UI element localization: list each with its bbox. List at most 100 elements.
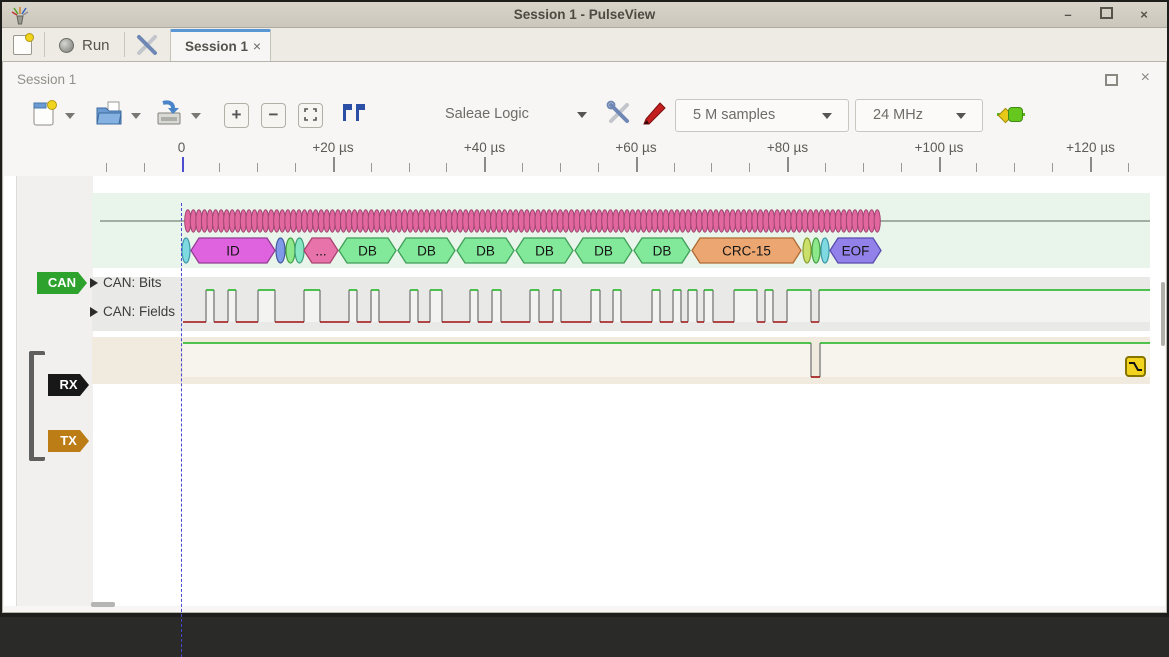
ruler-label: +20 µs	[312, 140, 353, 155]
ruler-tick	[560, 163, 561, 172]
vertical-scrollbar[interactable]	[1161, 282, 1165, 346]
tab-close-icon[interactable]: ×	[253, 38, 261, 54]
ruler-label: +40 µs	[464, 140, 505, 155]
device-select[interactable]: Saleae Logic	[428, 99, 603, 130]
run-icon[interactable]	[59, 38, 74, 53]
svg-text:ID: ID	[226, 244, 240, 259]
subwindow-maximize-icon[interactable]	[1105, 74, 1118, 86]
ruler-tick	[295, 163, 296, 172]
ruler-label: +60 µs	[615, 140, 656, 155]
zoom-out-button[interactable]: −	[261, 103, 286, 128]
ruler-tick	[333, 157, 335, 172]
window-frame: Session 1 - PulseView – × Run Session 1 …	[0, 0, 1169, 617]
probe-icon[interactable]	[642, 101, 667, 126]
time-cursor[interactable]	[181, 203, 182, 657]
svg-text:DB: DB	[417, 244, 436, 259]
settings-tools-icon[interactable]	[134, 33, 160, 57]
horizontal-scrollbar[interactable]	[91, 602, 115, 607]
ruler-tick	[1014, 163, 1015, 172]
separator	[44, 32, 45, 57]
ruler-tick	[901, 163, 902, 172]
device-name: Saleae Logic	[445, 106, 529, 122]
expander-can-fields[interactable]	[90, 307, 98, 317]
tab-session-1[interactable]: Session 1 ×	[170, 29, 271, 64]
subwindow-title: Session 1	[17, 72, 76, 87]
ruler-tick	[598, 163, 599, 172]
ruler-tick	[257, 163, 258, 172]
ruler-tick	[939, 157, 941, 172]
sample-count-select[interactable]: 5 M samples	[675, 99, 849, 132]
minimize-icon[interactable]: –	[1059, 6, 1077, 24]
ruler-tick	[1052, 163, 1053, 172]
decoder-tag-can[interactable]: CAN	[37, 272, 87, 294]
expander-can-bits[interactable]	[90, 278, 98, 288]
ruler-label: 0	[178, 140, 186, 155]
trigger-marker-falling-edge-icon[interactable]	[1125, 356, 1146, 377]
ruler-tick	[825, 163, 826, 172]
ruler-tick	[219, 163, 220, 172]
trace-canvas[interactable]: ID... DB DB DB DB DB DB CRC-15 EOF	[4, 176, 1169, 607]
titlebar[interactable]: Session 1 - PulseView – ×	[2, 2, 1167, 28]
can-bit-annotations[interactable]	[185, 210, 881, 232]
new-session-button[interactable]	[13, 35, 32, 55]
ruler-tick	[787, 157, 789, 172]
ruler-tick	[636, 157, 638, 172]
chevron-down-icon	[577, 112, 587, 118]
svg-text:DB: DB	[358, 244, 377, 259]
ruler-tick	[1090, 157, 1092, 172]
tab-label: Session 1	[185, 39, 248, 54]
run-button[interactable]: Run	[82, 37, 110, 54]
open-dropdown-icon[interactable]	[131, 113, 141, 119]
add-decoder-icon[interactable]	[997, 106, 1027, 123]
maximize-icon[interactable]	[1097, 6, 1115, 24]
sample-count-value: 5 M samples	[693, 107, 775, 123]
ruler-tick	[674, 163, 675, 172]
chevron-down-icon	[822, 113, 832, 119]
row-label-can-bits: CAN: Bits	[103, 275, 162, 290]
zoom-in-button[interactable]: +	[224, 103, 249, 128]
main-toolbar: Run Session 1 ×	[2, 28, 1167, 62]
separator	[124, 32, 125, 57]
new-dropdown-icon[interactable]	[65, 113, 75, 119]
ruler-tick	[976, 163, 977, 172]
can-field-annotations[interactable]: ID... DB DB DB DB DB DB CRC-15 EOF	[182, 238, 881, 263]
svg-text:DB: DB	[594, 244, 613, 259]
subwindow-close-icon[interactable]: ×	[1141, 69, 1150, 87]
window-title: Session 1 - PulseView	[2, 7, 1167, 22]
svg-text:EOF: EOF	[842, 244, 870, 259]
ruler-tick	[106, 163, 107, 172]
svg-text:...: ...	[315, 244, 326, 259]
ruler-tick	[484, 157, 486, 172]
zoom-fit-button[interactable]	[298, 103, 323, 128]
zoom-edges-icon[interactable]	[341, 103, 367, 121]
chevron-down-icon	[956, 113, 966, 119]
fit-view-icon	[304, 108, 317, 121]
ruler-tick	[863, 163, 864, 172]
ruler-tick	[182, 157, 184, 172]
ruler-tick	[711, 163, 712, 172]
device-options-icon[interactable]	[605, 100, 633, 126]
svg-text:DB: DB	[476, 244, 495, 259]
trace-view[interactable]: ID... DB DB DB DB DB DB CRC-15 EOF CAN: Bits CAN…	[4, 176, 1165, 606]
ruler-tick	[522, 163, 523, 172]
ruler-label: +120 µs	[1066, 140, 1115, 155]
row-label-can-fields: CAN: Fields	[103, 304, 175, 319]
ruler-label: +100 µs	[915, 140, 964, 155]
svg-text:CRC-15: CRC-15	[722, 244, 771, 259]
svg-text:DB: DB	[535, 244, 554, 259]
close-icon[interactable]: ×	[1135, 6, 1153, 24]
ruler-tick	[446, 163, 447, 172]
ruler-tick	[371, 163, 372, 172]
ruler-label: +80 µs	[767, 140, 808, 155]
tx-waveform[interactable]	[183, 343, 1150, 377]
channel-group-bracket[interactable]	[29, 351, 45, 461]
new-file-icon[interactable]	[31, 100, 57, 128]
save-icon[interactable]	[155, 100, 183, 128]
sample-rate-select[interactable]: 24 MHz	[855, 99, 983, 132]
svg-text:DB: DB	[653, 244, 672, 259]
ruler-tick	[1128, 163, 1129, 172]
open-file-icon[interactable]	[95, 100, 123, 128]
save-dropdown-icon[interactable]	[191, 113, 201, 119]
ruler-tick	[144, 163, 145, 172]
session-subwindow: Session 1 × + −	[2, 61, 1167, 613]
